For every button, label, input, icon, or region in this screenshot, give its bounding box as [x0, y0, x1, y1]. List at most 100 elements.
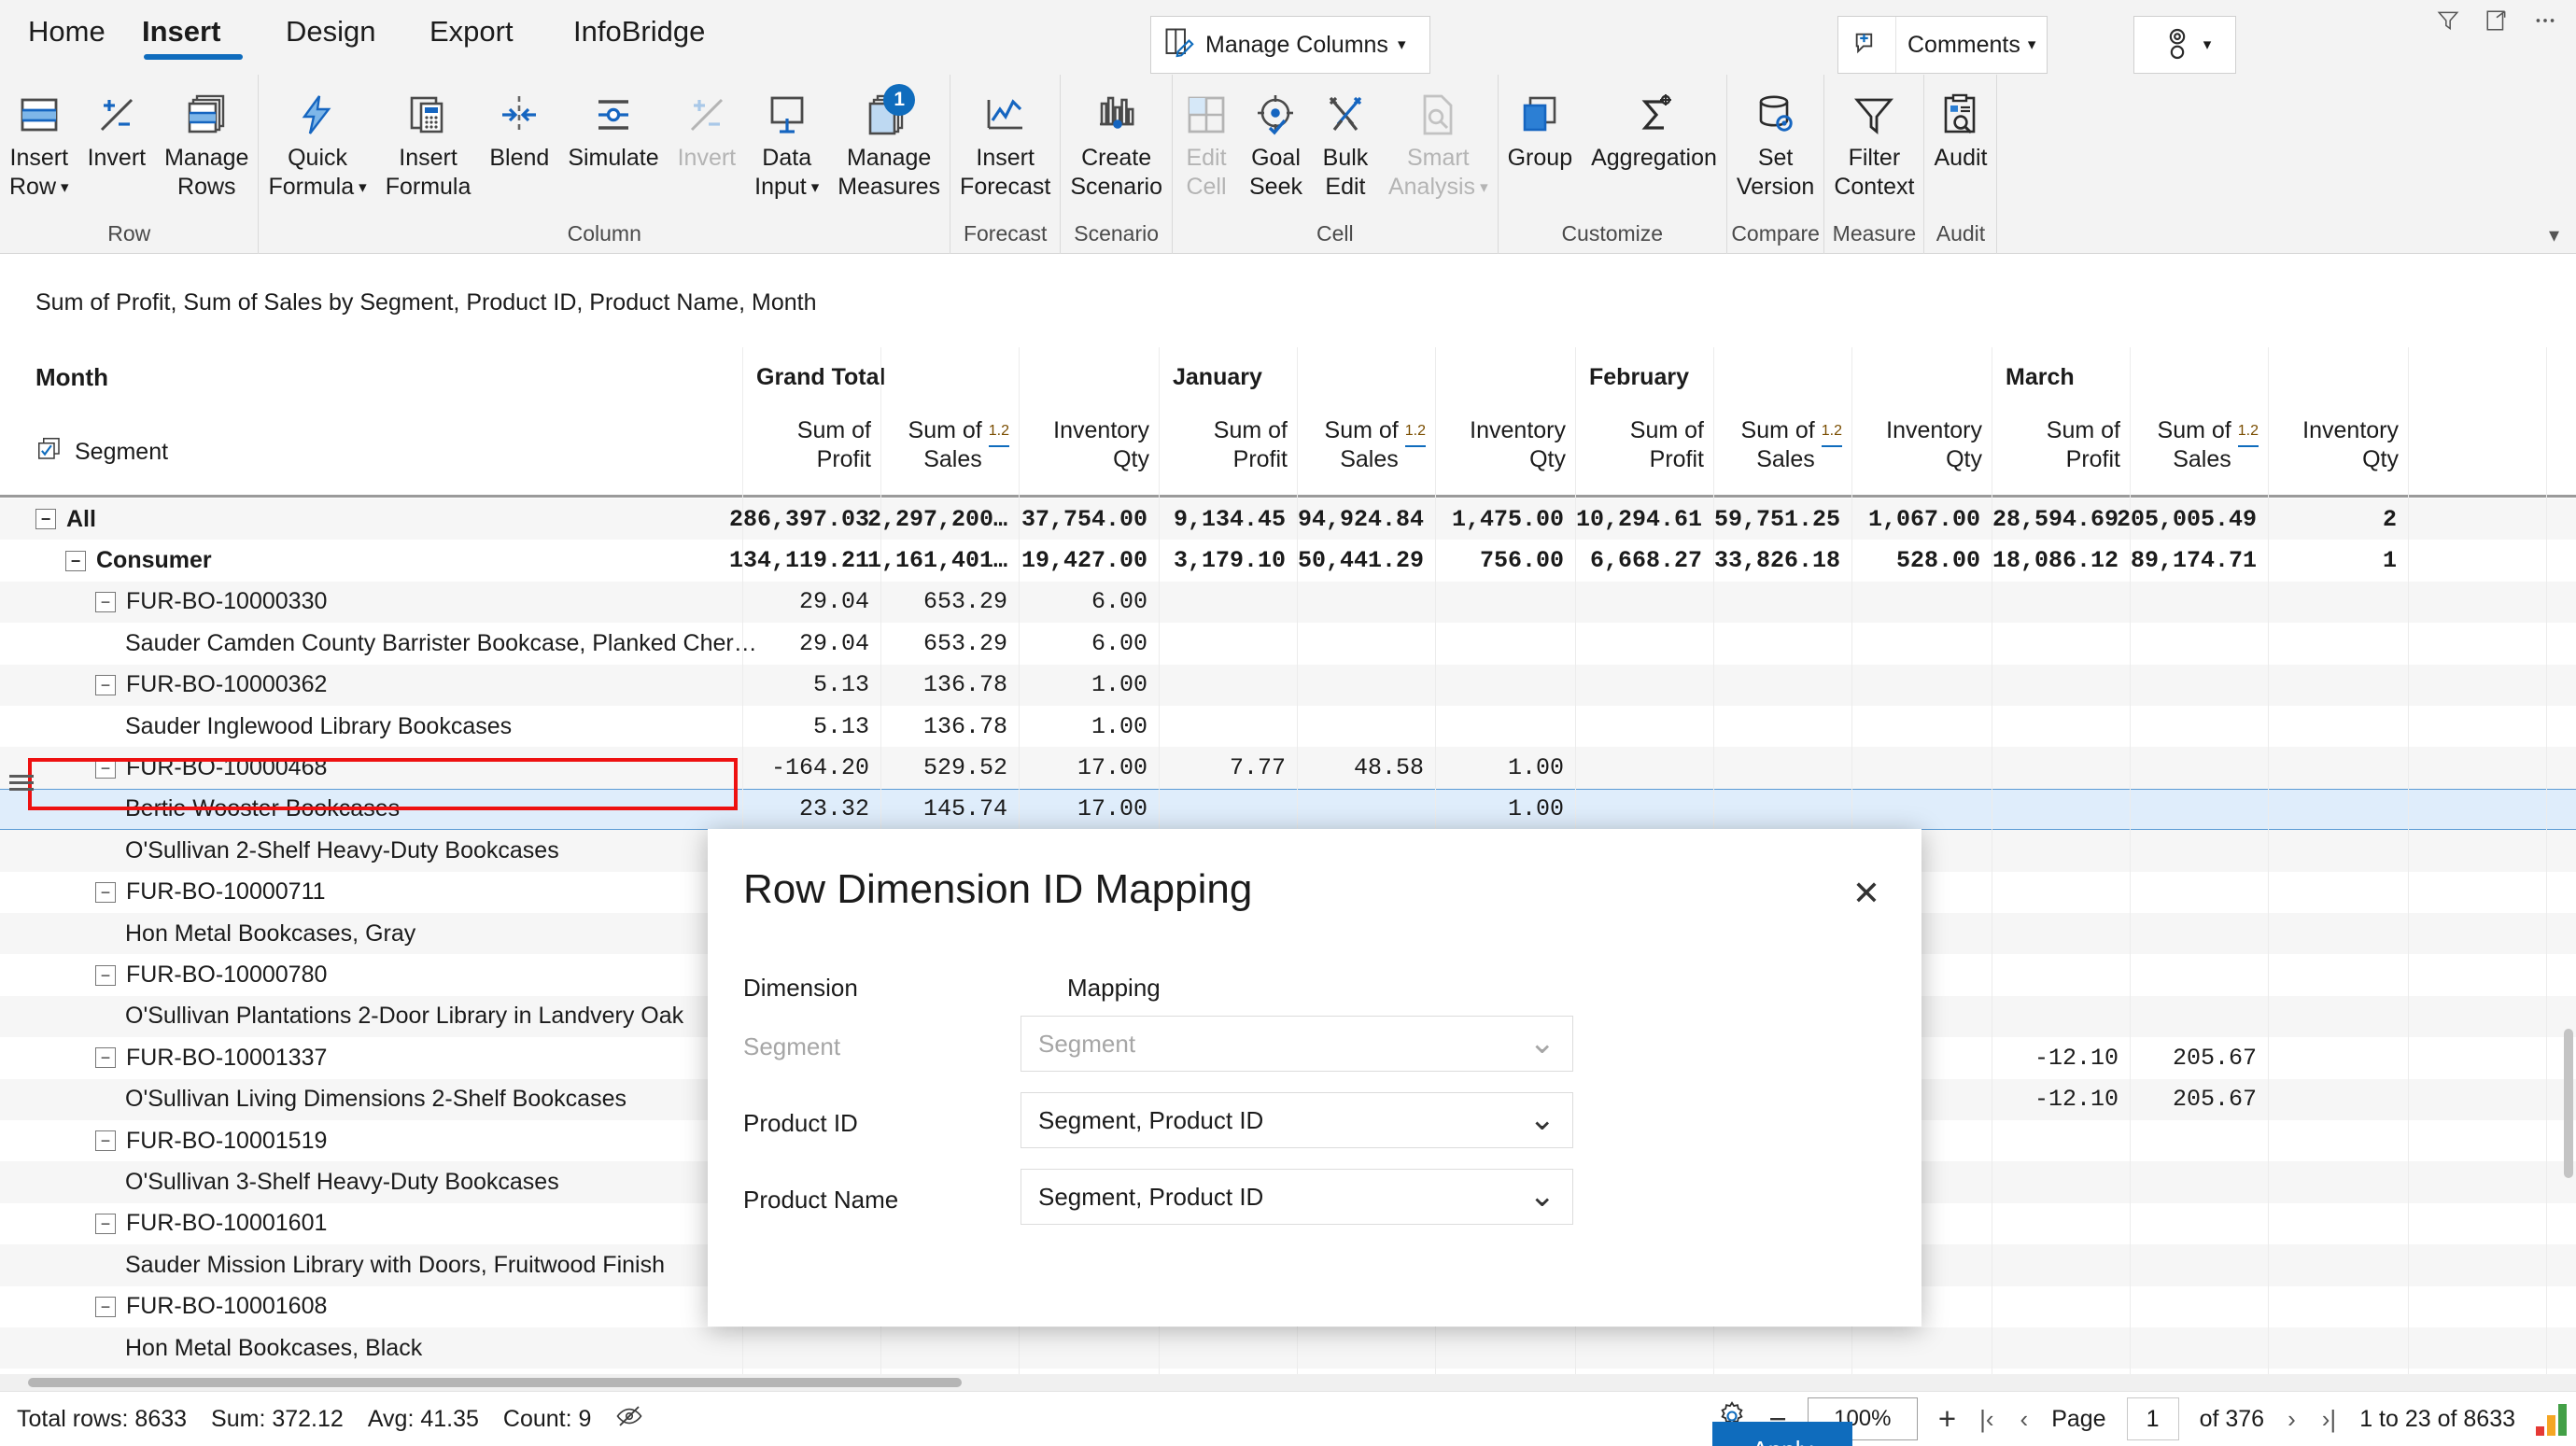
row-value-cell[interactable]: [2130, 872, 2268, 913]
row-value-cell[interactable]: [2268, 1327, 2408, 1369]
row-value-cell[interactable]: 756.00: [1435, 540, 1575, 581]
row-value-cell[interactable]: [1992, 1244, 2130, 1285]
row-value-cell[interactable]: [1713, 706, 1851, 747]
row-value-cell[interactable]: [2268, 1120, 2408, 1161]
row-value-cell[interactable]: [1992, 1120, 2130, 1161]
measure-header-inventory-qty[interactable]: Inventory Qty: [2268, 407, 2408, 497]
row-value-cell[interactable]: [1713, 1327, 1851, 1369]
row-value-cell[interactable]: [2268, 996, 2408, 1037]
column-group-header[interactable]: Grand Total: [742, 347, 1159, 407]
row-value-cell[interactable]: 205,005.49: [2117, 498, 2268, 540]
row-value-cell[interactable]: 1: [2268, 540, 2408, 581]
last-page-button[interactable]: ›|: [2319, 1405, 2339, 1434]
row-value-cell[interactable]: [1992, 706, 2130, 747]
measure-header-sum-of-sales[interactable]: Sum of Sales 1.2: [1713, 407, 1851, 497]
measure-header-inventory-qty[interactable]: Inventory Qty: [1851, 407, 1992, 497]
horizontal-scroll-thumb[interactable]: [28, 1378, 962, 1387]
row-value-cell[interactable]: 19,427.00: [1019, 540, 1159, 581]
ribbon-tab-insert[interactable]: Insert: [142, 15, 220, 49]
row-expander-icon[interactable]: −: [95, 757, 116, 779]
row-value-cell[interactable]: [2268, 1286, 2408, 1327]
row-value-cell[interactable]: 1,161,401…: [867, 540, 1019, 581]
table-row[interactable]: − Consumer 134,119.21 1,161,401… 19,427.00 3,…: [0, 540, 2576, 581]
measure-header-inventory-qty[interactable]: Inventory Qty: [1019, 407, 1159, 497]
row-label-cell[interactable]: − FUR-BO-10000711: [95, 872, 326, 913]
row-value-cell[interactable]: [1851, 582, 1992, 623]
ribbon-button-create-scenario[interactable]: Create Scenario: [1061, 80, 1172, 202]
row-value-cell[interactable]: [1851, 623, 1992, 664]
row-value-cell[interactable]: [1992, 1286, 2130, 1327]
measure-header-sum-of-profit[interactable]: Sum of Profit: [1159, 407, 1297, 497]
row-expander-icon[interactable]: −: [95, 1296, 116, 1317]
row-value-cell[interactable]: [2130, 1286, 2268, 1327]
ribbon-button-manage-rows[interactable]: Manage Rows: [155, 80, 258, 202]
measure-header-sum-of-sales[interactable]: Sum of Sales 1.2: [1297, 407, 1435, 497]
row-label-cell[interactable]: − FUR-BO-10000780: [95, 954, 327, 995]
page-input[interactable]: 1: [2126, 1397, 2179, 1440]
row-value-cell[interactable]: [1575, 747, 1713, 788]
row-value-cell[interactable]: 529.52: [880, 747, 1019, 788]
row-value-cell[interactable]: 145.74: [880, 790, 1019, 829]
row-label-cell[interactable]: − Consumer: [65, 540, 212, 581]
row-value-cell[interactable]: [1575, 1327, 1713, 1369]
row-value-cell[interactable]: [2130, 1203, 2268, 1244]
row-value-cell[interactable]: 18,086.12: [1992, 540, 2130, 581]
ribbon-button-audit[interactable]: Audit: [1924, 80, 1996, 173]
row-label-cell[interactable]: O'Sullivan Living Dimensions 2-Shelf Boo…: [125, 1079, 626, 1120]
mapping-select-product-name[interactable]: Segment, Product ID ⌄: [1021, 1169, 1573, 1225]
ribbon-tab-home[interactable]: Home: [28, 15, 106, 49]
row-value-cell[interactable]: [2130, 830, 2268, 871]
row-value-cell[interactable]: [2130, 954, 2268, 995]
row-label-cell[interactable]: O'Sullivan Plantations 2-Door Library in…: [125, 996, 683, 1037]
column-group-header[interactable]: February: [1575, 347, 1992, 407]
table-row[interactable]: − FUR-BO-10000362 5.13 136.78 1.00: [0, 664, 2576, 706]
ribbon-button-goal-seek[interactable]: Goal Seek: [1240, 80, 1312, 202]
row-value-cell[interactable]: [2130, 1244, 2268, 1285]
first-page-button[interactable]: |‹: [1977, 1405, 1996, 1434]
mapping-select-segment[interactable]: Segment ⌄: [1021, 1016, 1573, 1072]
row-value-cell[interactable]: 528.00: [1851, 540, 1992, 581]
row-value-cell[interactable]: [1713, 665, 1851, 706]
row-value-cell[interactable]: [1992, 747, 2130, 788]
row-value-cell[interactable]: 9,134.45: [1159, 498, 1297, 540]
row-value-cell[interactable]: 136.78: [880, 706, 1019, 747]
row-value-cell[interactable]: 33,826.18: [1713, 540, 1851, 581]
row-value-cell[interactable]: [1297, 623, 1435, 664]
measure-header-sum-of-profit[interactable]: Sum of Profit: [742, 407, 880, 497]
row-value-cell[interactable]: 6,668.27: [1575, 540, 1713, 581]
row-label-cell[interactable]: Hon Metal Bookcases, Gray: [125, 913, 415, 954]
ribbon-button-insert-forecast[interactable]: Insert Forecast: [950, 80, 1060, 202]
row-value-cell[interactable]: [1992, 790, 2130, 829]
row-label-cell[interactable]: O'Sullivan 3-Shelf Heavy-Duty Bookcases: [125, 1161, 559, 1202]
row-value-cell[interactable]: 1.00: [1435, 790, 1575, 829]
ribbon-button-insert-row[interactable]: Insert Row ▾: [0, 80, 78, 202]
row-value-cell[interactable]: 28,594.69: [1992, 498, 2130, 540]
vertical-scroll-thumb[interactable]: [2564, 1029, 2573, 1178]
row-value-cell[interactable]: [1435, 582, 1575, 623]
row-value-cell[interactable]: 7.77: [1159, 747, 1297, 788]
row-value-cell[interactable]: [1851, 665, 1992, 706]
row-value-cell[interactable]: [2130, 790, 2268, 829]
row-value-cell[interactable]: [1851, 747, 1992, 788]
row-value-cell[interactable]: [1435, 665, 1575, 706]
ribbon-button-invert[interactable]: Invert: [78, 80, 156, 173]
row-value-cell[interactable]: [1992, 830, 2130, 871]
ribbon-button-blend[interactable]: Blend: [480, 80, 558, 173]
ribbon-button-smart-analysis[interactable]: Smart Analysis ▾: [1379, 80, 1498, 202]
comments-button[interactable]: Comments ▾: [1837, 16, 2048, 74]
more-options-icon[interactable]: [2529, 5, 2561, 36]
row-value-cell[interactable]: [1159, 1327, 1297, 1369]
row-value-cell[interactable]: [1992, 913, 2130, 954]
row-value-cell[interactable]: 1.00: [1019, 706, 1159, 747]
row-value-cell[interactable]: [1297, 706, 1435, 747]
row-value-cell[interactable]: 37,754.00: [1019, 498, 1159, 540]
row-value-cell[interactable]: [1575, 790, 1713, 829]
row-value-cell[interactable]: [2268, 913, 2408, 954]
row-value-cell[interactable]: [1992, 1161, 2130, 1202]
row-value-cell[interactable]: 17.00: [1019, 747, 1159, 788]
row-value-cell[interactable]: [880, 1327, 1019, 1369]
row-value-cell[interactable]: 205.67: [2130, 1079, 2268, 1120]
row-drag-handle[interactable]: [9, 775, 34, 795]
row-value-cell[interactable]: 1.00: [1435, 747, 1575, 788]
row-expander-icon[interactable]: −: [95, 1047, 116, 1069]
